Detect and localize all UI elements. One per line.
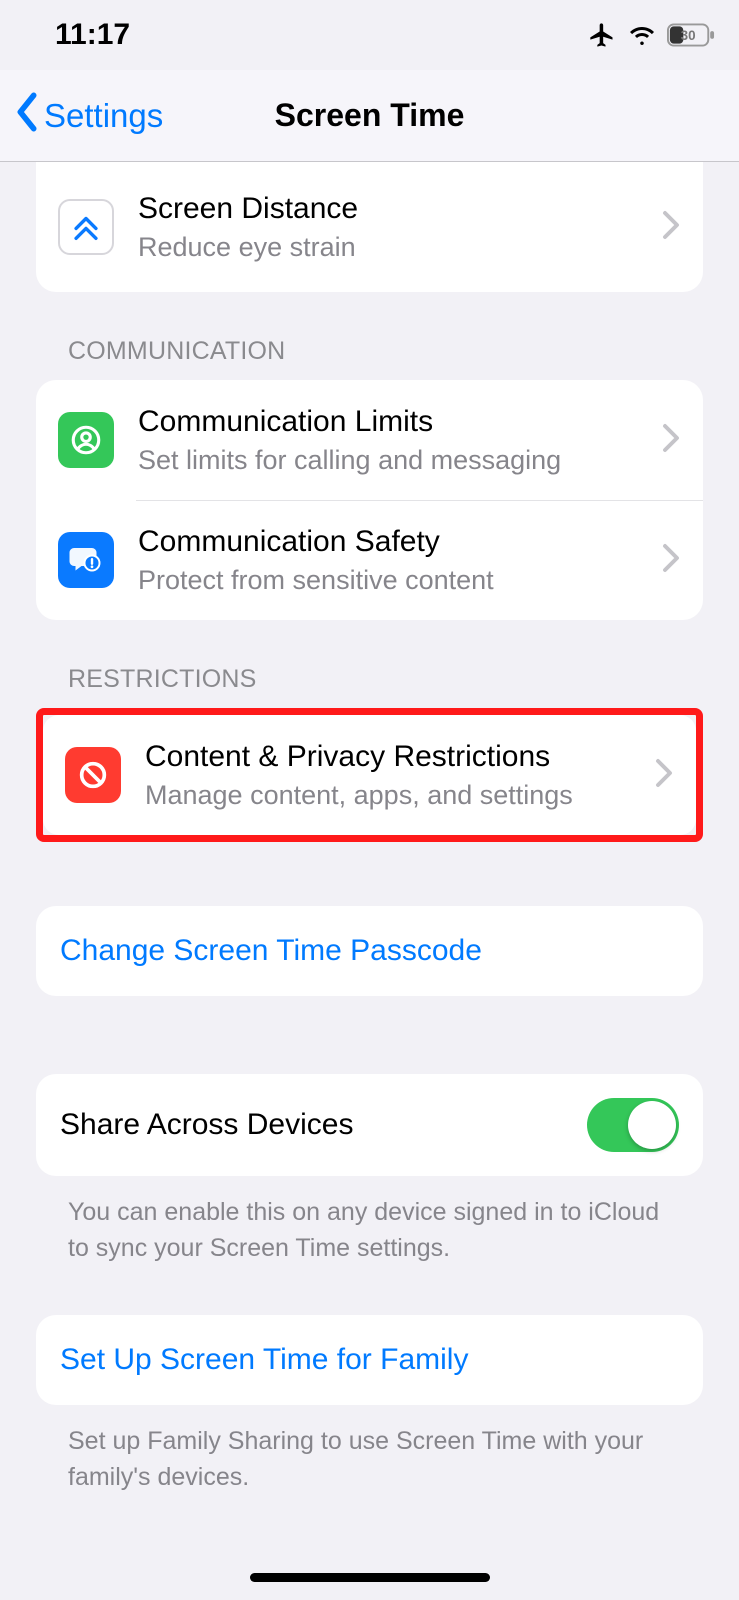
row-title: Screen Distance <box>138 192 651 226</box>
row-share-across-devices: Share Across Devices <box>36 1074 703 1176</box>
share-across-devices-toggle[interactable] <box>587 1098 679 1152</box>
row-title: Communication Limits <box>138 405 651 439</box>
row-communication-limits[interactable]: Communication Limits Set limits for call… <box>36 380 703 500</box>
status-bar: 11:17 30 <box>0 0 739 70</box>
chevron-left-icon <box>14 92 40 139</box>
communication-limits-icon <box>58 412 114 468</box>
row-title: Communication Safety <box>138 525 651 559</box>
row-screen-distance[interactable]: Screen Distance Reduce eye strain <box>36 162 703 292</box>
row-title: Share Across Devices <box>60 1108 587 1142</box>
chevron-right-icon <box>661 210 681 245</box>
status-indicators: 30 <box>587 21 715 49</box>
highlight-annotation: Content & Privacy Restrictions Manage co… <box>36 708 703 842</box>
chevron-right-icon <box>661 423 681 458</box>
communication-safety-icon <box>58 532 114 588</box>
section-header-communication: COMMUNICATION <box>68 337 703 366</box>
settings-card: Set Up Screen Time for Family <box>36 1315 703 1405</box>
navigation-bar: Settings Screen Time <box>0 70 739 162</box>
row-title: Set Up Screen Time for Family <box>60 1343 468 1377</box>
row-setup-family[interactable]: Set Up Screen Time for Family <box>36 1315 703 1405</box>
airplane-mode-icon <box>587 21 617 49</box>
back-label: Settings <box>44 97 163 135</box>
row-content-privacy-restrictions[interactable]: Content & Privacy Restrictions Manage co… <box>43 715 696 835</box>
svg-text:30: 30 <box>681 28 696 43</box>
row-subtitle: Manage content, apps, and settings <box>145 780 644 811</box>
settings-card: Change Screen Time Passcode <box>36 906 703 996</box>
home-indicator[interactable] <box>250 1573 490 1582</box>
section-header-restrictions: RESTRICTIONS <box>68 665 703 694</box>
row-change-passcode[interactable]: Change Screen Time Passcode <box>36 906 703 996</box>
row-title: Content & Privacy Restrictions <box>145 740 644 774</box>
restrictions-icon <box>65 747 121 803</box>
chevron-right-icon <box>654 758 674 793</box>
settings-card: Communication Limits Set limits for call… <box>36 380 703 620</box>
battery-icon: 30 <box>667 23 715 47</box>
section-footer: Set up Family Sharing to use Screen Time… <box>68 1423 671 1496</box>
page-title: Screen Time <box>275 97 465 134</box>
row-communication-safety[interactable]: Communication Safety Protect from sensit… <box>36 500 703 620</box>
settings-card: Share Across Devices <box>36 1074 703 1176</box>
row-subtitle: Set limits for calling and messaging <box>138 445 651 476</box>
back-button[interactable]: Settings <box>14 92 163 139</box>
row-title: Change Screen Time Passcode <box>60 934 482 968</box>
status-time: 11:17 <box>55 18 130 52</box>
wifi-icon <box>627 23 657 47</box>
section-footer: You can enable this on any device signed… <box>68 1194 671 1267</box>
settings-card: Screen Distance Reduce eye strain <box>36 162 703 292</box>
chevron-right-icon <box>661 543 681 578</box>
screen-distance-icon <box>58 199 114 255</box>
row-subtitle: Reduce eye strain <box>138 232 651 263</box>
settings-card: Content & Privacy Restrictions Manage co… <box>43 715 696 835</box>
row-subtitle: Protect from sensitive content <box>138 565 651 596</box>
